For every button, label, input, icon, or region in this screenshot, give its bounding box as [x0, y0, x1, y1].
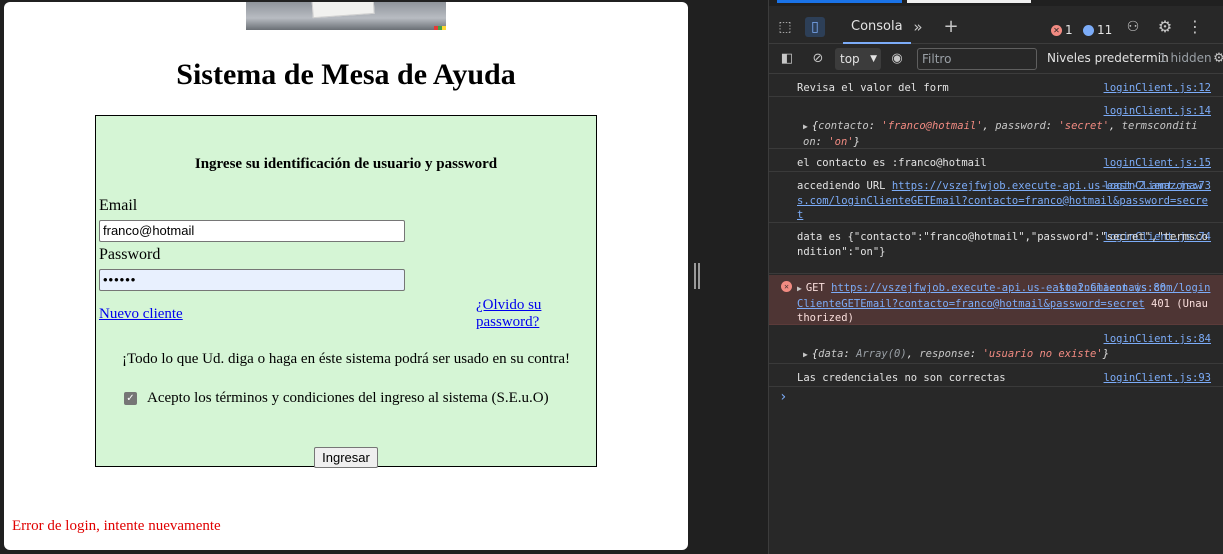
form-heading: Ingrese su identificación de usuario y p…: [194, 156, 498, 172]
password-input[interactable]: ••••••: [99, 269, 405, 291]
email-input[interactable]: franco@hotmail: [99, 220, 405, 242]
panel-splitter-handle[interactable]: [694, 263, 700, 289]
error-count: 1: [1065, 23, 1073, 37]
plus-icon[interactable]: +: [941, 17, 961, 37]
console-settings-icon[interactable]: ⚙: [1210, 50, 1223, 68]
email-label: Email: [99, 197, 138, 214]
window-tab-active[interactable]: [777, 0, 902, 3]
info-icon: [1083, 24, 1094, 36]
console-toolbar: ◧ ⊘ top ▼ ◉ Filtro Niveles predetermin 1…: [769, 45, 1223, 74]
source-link[interactable]: loginClient.js:14: [1104, 104, 1211, 119]
password-label: Password: [99, 246, 161, 263]
devtools-tabbar: ⬚ ▯ Consola » + ✕ 1 11 ⚇ ⚙ ⋮: [769, 10, 1223, 44]
request-url-link[interactable]: https://vszejfwjob.execute-api.us-east-2…: [797, 282, 1210, 310]
submit-button[interactable]: Ingresar: [314, 447, 378, 468]
console-message: loginClient.js:84 ▶ {data: Array(0), resp…: [769, 326, 1223, 364]
forgot-password-link[interactable]: ¿Olvido su password?: [476, 297, 541, 331]
source-link[interactable]: loginClient.js:93: [1104, 371, 1211, 386]
forgot-password-line1: ¿Olvido su: [476, 297, 542, 313]
eye-icon[interactable]: ◉: [888, 50, 906, 68]
console-message: el contacto es :franco@hotmail loginClie…: [769, 150, 1223, 172]
log-levels-select[interactable]: Niveles predetermin: [1047, 51, 1169, 65]
console-message: loginClient.js:14 ▶ {contacto: 'franco@ho…: [769, 98, 1223, 149]
clear-console-icon[interactable]: ⊘: [809, 50, 827, 68]
console-error-message: ✕ loginClient.js:80 ▶ GET https://vszejfw…: [769, 275, 1223, 325]
expand-triangle-icon[interactable]: ▶: [797, 282, 802, 297]
console-message: Las credenciales no son correctas loginC…: [769, 365, 1223, 387]
console-text: Revisa el valor del form: [797, 82, 949, 94]
console-text: el contacto es :franco@hotmail: [797, 157, 987, 169]
tab-console[interactable]: Consola: [843, 10, 911, 44]
console-text: data es {"contacto":"franco@hotmail","pa…: [797, 231, 1208, 258]
terms-row: ✓ Acepto los términos y condiciones del …: [124, 390, 549, 407]
inspect-icon[interactable]: ⬚: [775, 17, 795, 37]
header-banner-image: [246, 2, 446, 30]
filter-input[interactable]: Filtro: [917, 48, 1037, 70]
error-icon: ✕: [781, 281, 792, 292]
error-icon: ✕: [1051, 24, 1062, 36]
share-icon[interactable]: ⚇: [1123, 17, 1143, 37]
window-tab[interactable]: [907, 0, 1031, 3]
console-object[interactable]: ▶ {contacto: 'franco@hotmail', password: …: [803, 119, 1211, 149]
page-title: Sistema de Mesa de Ayuda: [176, 58, 516, 91]
source-link[interactable]: loginClient.js:12: [1104, 81, 1211, 96]
kebab-icon[interactable]: ⋮: [1185, 17, 1205, 37]
console-message: loginClient.js:74 data es {"contacto":"f…: [769, 224, 1223, 274]
terms-label: Acepto los términos y condiciones del in…: [147, 390, 549, 406]
hidden-count: 1 hidden: [1159, 51, 1212, 65]
device-toolbar-icon[interactable]: ▯: [805, 17, 825, 37]
banner-paper-sign: [311, 2, 375, 19]
console-text: Las credenciales no son correctas: [797, 372, 1006, 384]
sidebar-toggle-icon[interactable]: ◧: [778, 50, 796, 68]
gear-icon[interactable]: ⚙: [1155, 17, 1175, 37]
context-value: top: [840, 52, 860, 66]
console-text: ▶ GET https://vszejfwjob.execute-api.us-e…: [797, 282, 1211, 324]
login-form: Ingrese su identificación de usuario y p…: [95, 115, 597, 468]
devtools-panel: ⬚ ▯ Consola » + ✕ 1 11 ⚇ ⚙ ⋮ ◧ ⊘ top ▼ ◉…: [768, 0, 1223, 554]
info-count-badge[interactable]: 11: [1083, 23, 1112, 37]
login-error-message: Error de login, intente nuevamente: [12, 518, 221, 534]
error-count-badge[interactable]: ✕ 1: [1051, 23, 1073, 37]
source-link[interactable]: loginClient.js:15: [1104, 156, 1211, 171]
expand-triangle-icon[interactable]: ▶: [803, 120, 808, 135]
banner-color-mark: [434, 26, 446, 30]
console-text: accediendo URL https://vszejfwjob.execut…: [797, 180, 1208, 221]
dropdown-arrow-icon: ▼: [870, 54, 877, 64]
console-message: Revisa el valor del form loginClient.js:…: [769, 75, 1223, 97]
console-output: Revisa el valor del form loginClient.js:…: [769, 75, 1223, 554]
forgot-password-line2: password?: [476, 314, 540, 330]
info-count: 11: [1097, 23, 1113, 37]
console-prompt-chevron-icon[interactable]: ›: [779, 390, 787, 405]
context-select[interactable]: top ▼: [835, 48, 881, 70]
source-link[interactable]: loginClient.js:84: [1104, 332, 1211, 347]
devtools-top-strip: [769, 0, 1223, 6]
new-client-link[interactable]: Nuevo cliente: [99, 306, 183, 323]
console-object[interactable]: ▶ {data: Array(0), response: 'usuario no …: [803, 347, 1217, 363]
expand-triangle-icon[interactable]: ▶: [803, 348, 808, 363]
warning-text: ¡Todo lo que Ud. diga o haga en éste sis…: [122, 351, 570, 367]
console-message: loginClient.js:73 accediendo URL https:/…: [769, 173, 1223, 223]
chevron-double-right-icon[interactable]: »: [908, 17, 928, 37]
terms-checkbox[interactable]: ✓: [124, 392, 137, 405]
web-page: Sistema de Mesa de Ayuda Ingrese su iden…: [4, 2, 688, 550]
